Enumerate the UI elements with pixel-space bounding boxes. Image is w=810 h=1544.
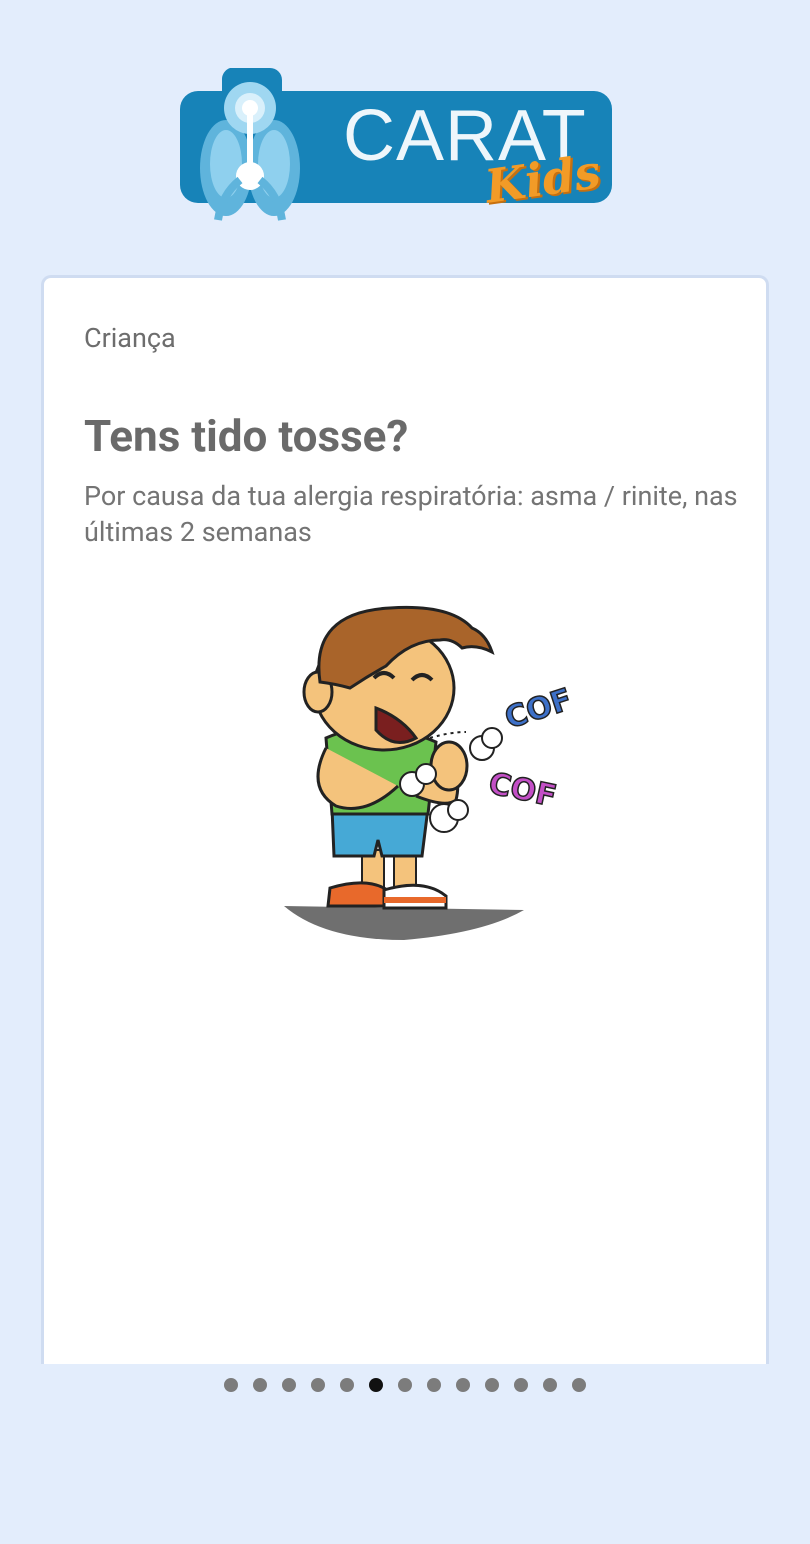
page-dot[interactable] <box>282 1378 296 1392</box>
page-dot[interactable] <box>543 1378 557 1392</box>
page-dot[interactable] <box>311 1378 325 1392</box>
page-dot[interactable] <box>456 1378 470 1392</box>
page-dot[interactable] <box>485 1378 499 1392</box>
coughing-boy-illustration: COF COF <box>284 605 577 940</box>
page-dot[interactable] <box>514 1378 528 1392</box>
page-dot[interactable] <box>398 1378 412 1392</box>
page-dot[interactable] <box>224 1378 238 1392</box>
cough-text-2: COF <box>486 766 560 814</box>
question-title: Tens tido tosse? <box>84 410 409 462</box>
app-logo: CARAT Kids <box>180 68 632 228</box>
page-dot[interactable] <box>427 1378 441 1392</box>
question-subtitle: Por causa da tua alergia respiratória: a… <box>84 480 738 548</box>
page-indicator <box>0 1378 810 1396</box>
page-dot[interactable] <box>572 1378 586 1392</box>
page-dot-active[interactable] <box>369 1378 383 1392</box>
page-dot[interactable] <box>253 1378 267 1392</box>
page-dot[interactable] <box>340 1378 354 1392</box>
question-card: Criança Tens tido tosse? Por causa da tu… <box>41 275 769 1395</box>
lungs-icon <box>200 68 300 221</box>
profile-label: Criança <box>84 322 176 354</box>
cough-text-1: COF <box>501 682 577 736</box>
